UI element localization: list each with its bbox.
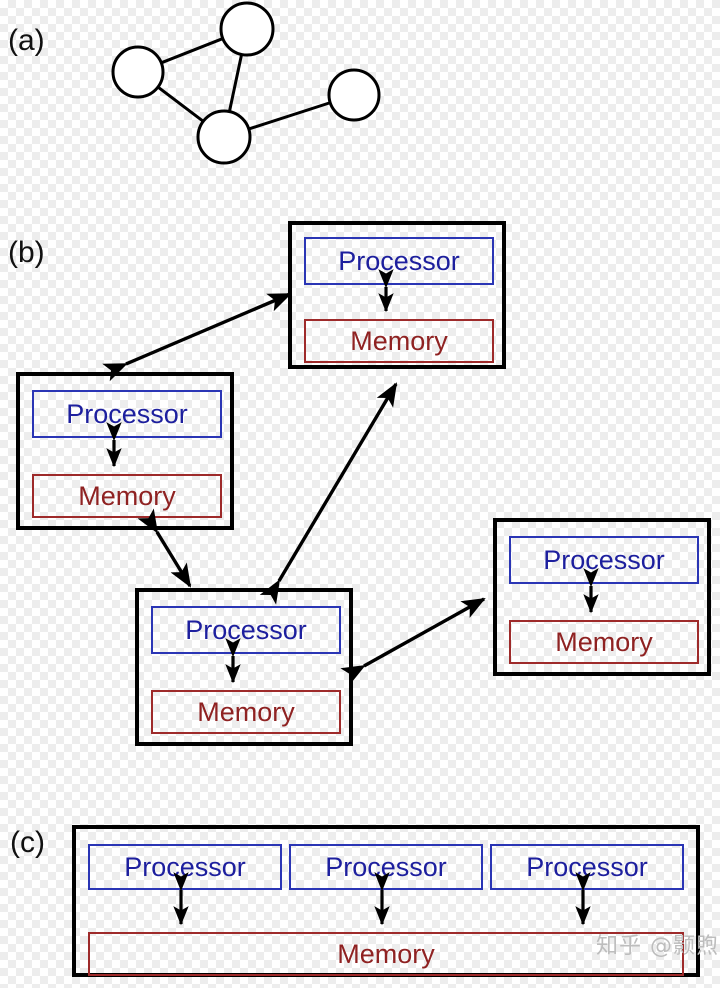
graph-node-top[interactable]: [219, 1, 275, 57]
processor-label: Processor: [124, 851, 246, 882]
memory-label: Memory: [337, 938, 435, 969]
processor-box[interactable]: Processor: [151, 606, 341, 654]
link-bottomcenter-to-right: [340, 597, 486, 685]
memory-box[interactable]: Memory: [32, 474, 222, 518]
panel-b-node-top-right: Processor Memory: [288, 221, 506, 369]
memory-box[interactable]: Memory: [151, 690, 341, 734]
figure-canvas: (a) (b) (c) Processor Memory Processor Memo…: [0, 0, 720, 988]
processor-label: Processor: [66, 398, 188, 429]
zhihu-watermark: 知乎 @颢煦: [596, 934, 719, 959]
graph-edges: [155, 36, 333, 131]
processor-label: Processor: [185, 614, 307, 645]
panel-b-node-right: Processor Memory: [493, 518, 711, 676]
processor-label: Processor: [526, 851, 648, 882]
graph-edge: [246, 100, 333, 131]
panel-b-node-bottom-center: Processor Memory: [135, 588, 353, 746]
link-left-to-bottomcenter: [137, 508, 192, 588]
processor-box[interactable]: Processor: [304, 237, 494, 285]
graph-edge: [155, 84, 206, 124]
processor-box[interactable]: Processor: [32, 390, 222, 438]
processor-label: Processor: [543, 544, 665, 575]
panel-c-processor-1[interactable]: Processor: [88, 844, 282, 890]
memory-label: Memory: [78, 480, 176, 511]
panel-c-memory-box: Memory: [88, 932, 684, 976]
link-bottomcenter-to-topright: [259, 382, 398, 605]
graph-node-bottom[interactable]: [196, 109, 252, 165]
panel-c-processor-2[interactable]: Processor: [289, 844, 483, 890]
processor-label: Processor: [338, 245, 460, 276]
panel-label-c: (c): [10, 826, 45, 859]
memory-box[interactable]: Memory: [509, 620, 699, 664]
link-left-to-topright: [102, 292, 292, 382]
graph-edge: [227, 51, 244, 115]
memory-label: Memory: [197, 696, 295, 727]
panel-c-processor-3[interactable]: Processor: [490, 844, 684, 890]
panel-label-b: (b): [8, 236, 45, 269]
memory-box[interactable]: Memory: [304, 319, 494, 363]
processor-box[interactable]: Processor: [509, 536, 699, 584]
processor-label: Processor: [325, 851, 447, 882]
panel-b-node-left: Processor Memory: [16, 372, 234, 530]
graph-node-right[interactable]: [327, 68, 381, 122]
graph-edge: [158, 36, 226, 65]
graph-nodes: [111, 1, 381, 165]
memory-label: Memory: [555, 626, 653, 657]
memory-label: Memory: [350, 325, 448, 356]
panel-label-a: (a): [8, 24, 45, 57]
graph-node-left[interactable]: [111, 45, 165, 99]
